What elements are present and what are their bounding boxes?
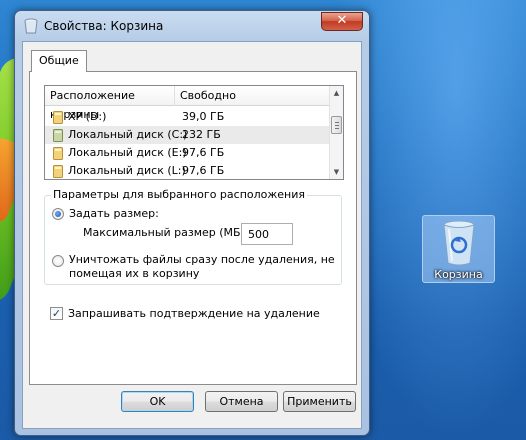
scroll-up-icon[interactable]: ▲ xyxy=(330,86,343,100)
drive-icon xyxy=(53,165,63,178)
column-header-location[interactable]: Расположение корзины xyxy=(45,86,175,121)
apply-button[interactable]: Применить xyxy=(283,391,356,412)
location-name: Локальный диск (C:) xyxy=(68,128,188,141)
scrollbar-thumb[interactable] xyxy=(331,116,342,134)
drive-icon xyxy=(53,147,63,160)
settings-group: Параметры для выбранного расположения За… xyxy=(44,188,342,285)
close-button[interactable]: ✕ xyxy=(321,12,363,31)
desktop-recycle-bin[interactable]: Корзина xyxy=(422,215,495,283)
custom-size-radio[interactable] xyxy=(52,208,64,220)
location-free: 97,6 ГБ xyxy=(182,146,225,159)
confirm-delete-checkbox[interactable]: ✓ xyxy=(50,307,63,320)
recycle-bin-icon xyxy=(443,220,475,266)
tab-general[interactable]: Общие xyxy=(31,50,87,72)
desktop-recycle-bin-label: Корзина xyxy=(434,268,483,281)
list-item-e[interactable]: Локальный диск (E:) 97,6 ГБ xyxy=(45,144,331,162)
location-name: Локальный диск (L:) xyxy=(68,164,186,177)
list-item-c[interactable]: Локальный диск (C:) 232 ГБ xyxy=(45,126,331,144)
list-item-l[interactable]: Локальный диск (L:) 97,6 ГБ xyxy=(45,162,331,179)
properties-window: Свойства: Корзина ✕ Общие Расположение к… xyxy=(14,10,370,436)
location-name: Локальный диск (E:) xyxy=(68,146,187,159)
location-name: XP (D:) xyxy=(68,110,107,123)
title-bar[interactable]: Свойства: Корзина ✕ xyxy=(15,11,369,41)
list-scrollbar[interactable]: ▲ ▼ xyxy=(329,86,343,179)
cancel-button[interactable]: Отмена xyxy=(205,391,278,412)
max-size-input[interactable] xyxy=(241,223,293,245)
group-title: Параметры для выбранного расположения xyxy=(51,188,308,201)
custom-size-label[interactable]: Задать размер: xyxy=(69,207,159,220)
column-header-free[interactable]: Свободно xyxy=(175,86,331,106)
drive-icon xyxy=(53,111,63,124)
delete-immediately-label-line1[interactable]: Уничтожать файлы сразу после удаления, н… xyxy=(69,253,335,266)
location-free: 232 ГБ xyxy=(182,128,221,141)
drive-icon xyxy=(53,129,63,142)
tab-page-general: Расположение корзины Свободно XP (D:) 39… xyxy=(29,71,357,385)
location-free: 97,6 ГБ xyxy=(182,164,225,177)
confirm-delete-label[interactable]: Запрашивать подтверждение на удаление xyxy=(68,307,320,320)
recycle-bin-small-icon xyxy=(24,18,38,34)
scroll-down-icon[interactable]: ▼ xyxy=(330,165,343,179)
locations-list[interactable]: Расположение корзины Свободно XP (D:) 39… xyxy=(44,85,344,180)
list-header: Расположение корзины Свободно xyxy=(45,86,331,121)
list-item-d[interactable]: XP (D:) 39,0 ГБ xyxy=(45,108,331,126)
ok-button[interactable]: OK xyxy=(121,391,194,412)
dialog-body: Общие Расположение корзины Свободно XP (… xyxy=(22,41,362,429)
location-free: 39,0 ГБ xyxy=(182,110,225,123)
delete-immediately-radio[interactable] xyxy=(52,255,64,267)
window-title: Свойства: Корзина xyxy=(44,19,164,33)
delete-immediately-label-line2[interactable]: помещая их в корзину xyxy=(69,267,199,280)
max-size-label: Максимальный размер (МБ): xyxy=(83,226,249,239)
